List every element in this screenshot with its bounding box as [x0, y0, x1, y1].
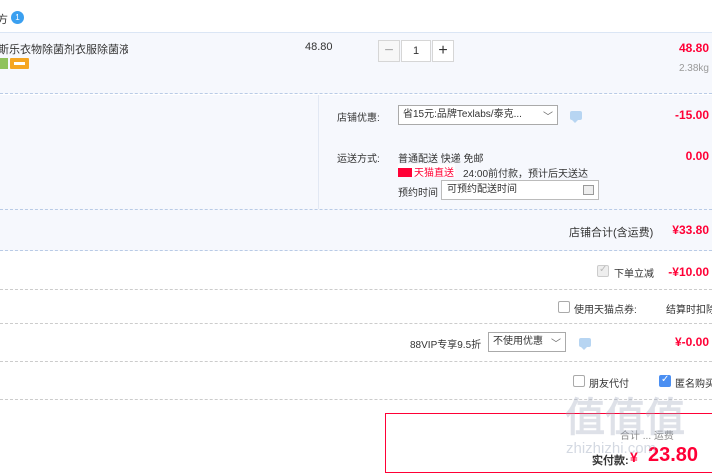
- quantity-decrease-button[interactable]: −: [378, 40, 400, 62]
- instant-discount-checkbox: [597, 264, 609, 277]
- store-total-amount: ¥33.80: [672, 223, 709, 237]
- shop-promo-select[interactable]: 省15元:品牌Texlabs/泰克... ﹀: [398, 105, 558, 125]
- item-title[interactable]: 斯乐衣物除菌剂衣服除菌液...: [0, 41, 128, 57]
- tmall-icon: [398, 168, 412, 177]
- item-subtotal: 48.80: [678, 41, 709, 55]
- shop-promo-label: 店铺优惠:: [337, 113, 380, 124]
- credit-card-icon: [10, 58, 29, 69]
- shipping-amount: 0.00: [685, 149, 709, 163]
- tmall-points-note: 结算时扣除: [666, 305, 712, 316]
- calendar-icon[interactable]: [583, 185, 594, 195]
- instant-discount-label: 下单立减: [614, 269, 654, 280]
- schedule-input[interactable]: 可预约配送时间: [441, 180, 599, 200]
- message-icon[interactable]: [579, 338, 591, 350]
- vip-select[interactable]: 不使用优惠 ﹀: [488, 332, 566, 352]
- store-total-label: 店铺合计(含运费): [569, 227, 654, 239]
- vip-selected: 不使用优惠: [493, 336, 543, 347]
- schedule-label: 预约时间: [398, 188, 438, 199]
- vip-amount: ¥-0.00: [674, 335, 709, 349]
- item-weight: 2.38kg: [678, 63, 709, 74]
- watermark-url: zhizhizhi.com: [566, 440, 657, 457]
- tmall-points-label: 使用天猫点券:: [574, 305, 637, 316]
- tmall-points-checkbox[interactable]: [558, 301, 570, 313]
- chevron-down-icon: ﹀: [543, 112, 553, 123]
- quantity-increase-button[interactable]: +: [432, 40, 454, 62]
- store-level-badge: 1: [11, 11, 24, 24]
- tmall-direct-badge: 天猫直送: [398, 164, 455, 179]
- store-header: [0, 0, 712, 32]
- store-name[interactable]: 方: [0, 11, 8, 27]
- chevron-down-icon: ﹀: [551, 339, 561, 350]
- watermark-logo: 值值值: [565, 395, 685, 441]
- message-icon[interactable]: [570, 111, 582, 123]
- schedule-placeholder: 可预约配送时间: [447, 184, 517, 195]
- service-icon: [0, 58, 8, 69]
- unit-price: 48.80: [305, 41, 333, 53]
- shipping-label: 运送方式:: [337, 154, 380, 165]
- shipping-method: 普通配送 快递 免邮: [398, 154, 484, 165]
- vip-row: [0, 324, 712, 362]
- shop-promo-selected: 省15元:品牌Texlabs/泰克...: [403, 109, 522, 120]
- delivery-note: 24:00前付款，预计后天送达: [463, 169, 589, 180]
- vip-label: 88VIP专享9.5折: [410, 340, 482, 351]
- shop-promo-amount: -15.00: [674, 108, 709, 122]
- tmall-direct-label: 天猫直送: [414, 168, 454, 179]
- instant-discount-amount: -¥10.00: [668, 265, 709, 279]
- quantity-input[interactable]: 1: [401, 40, 431, 62]
